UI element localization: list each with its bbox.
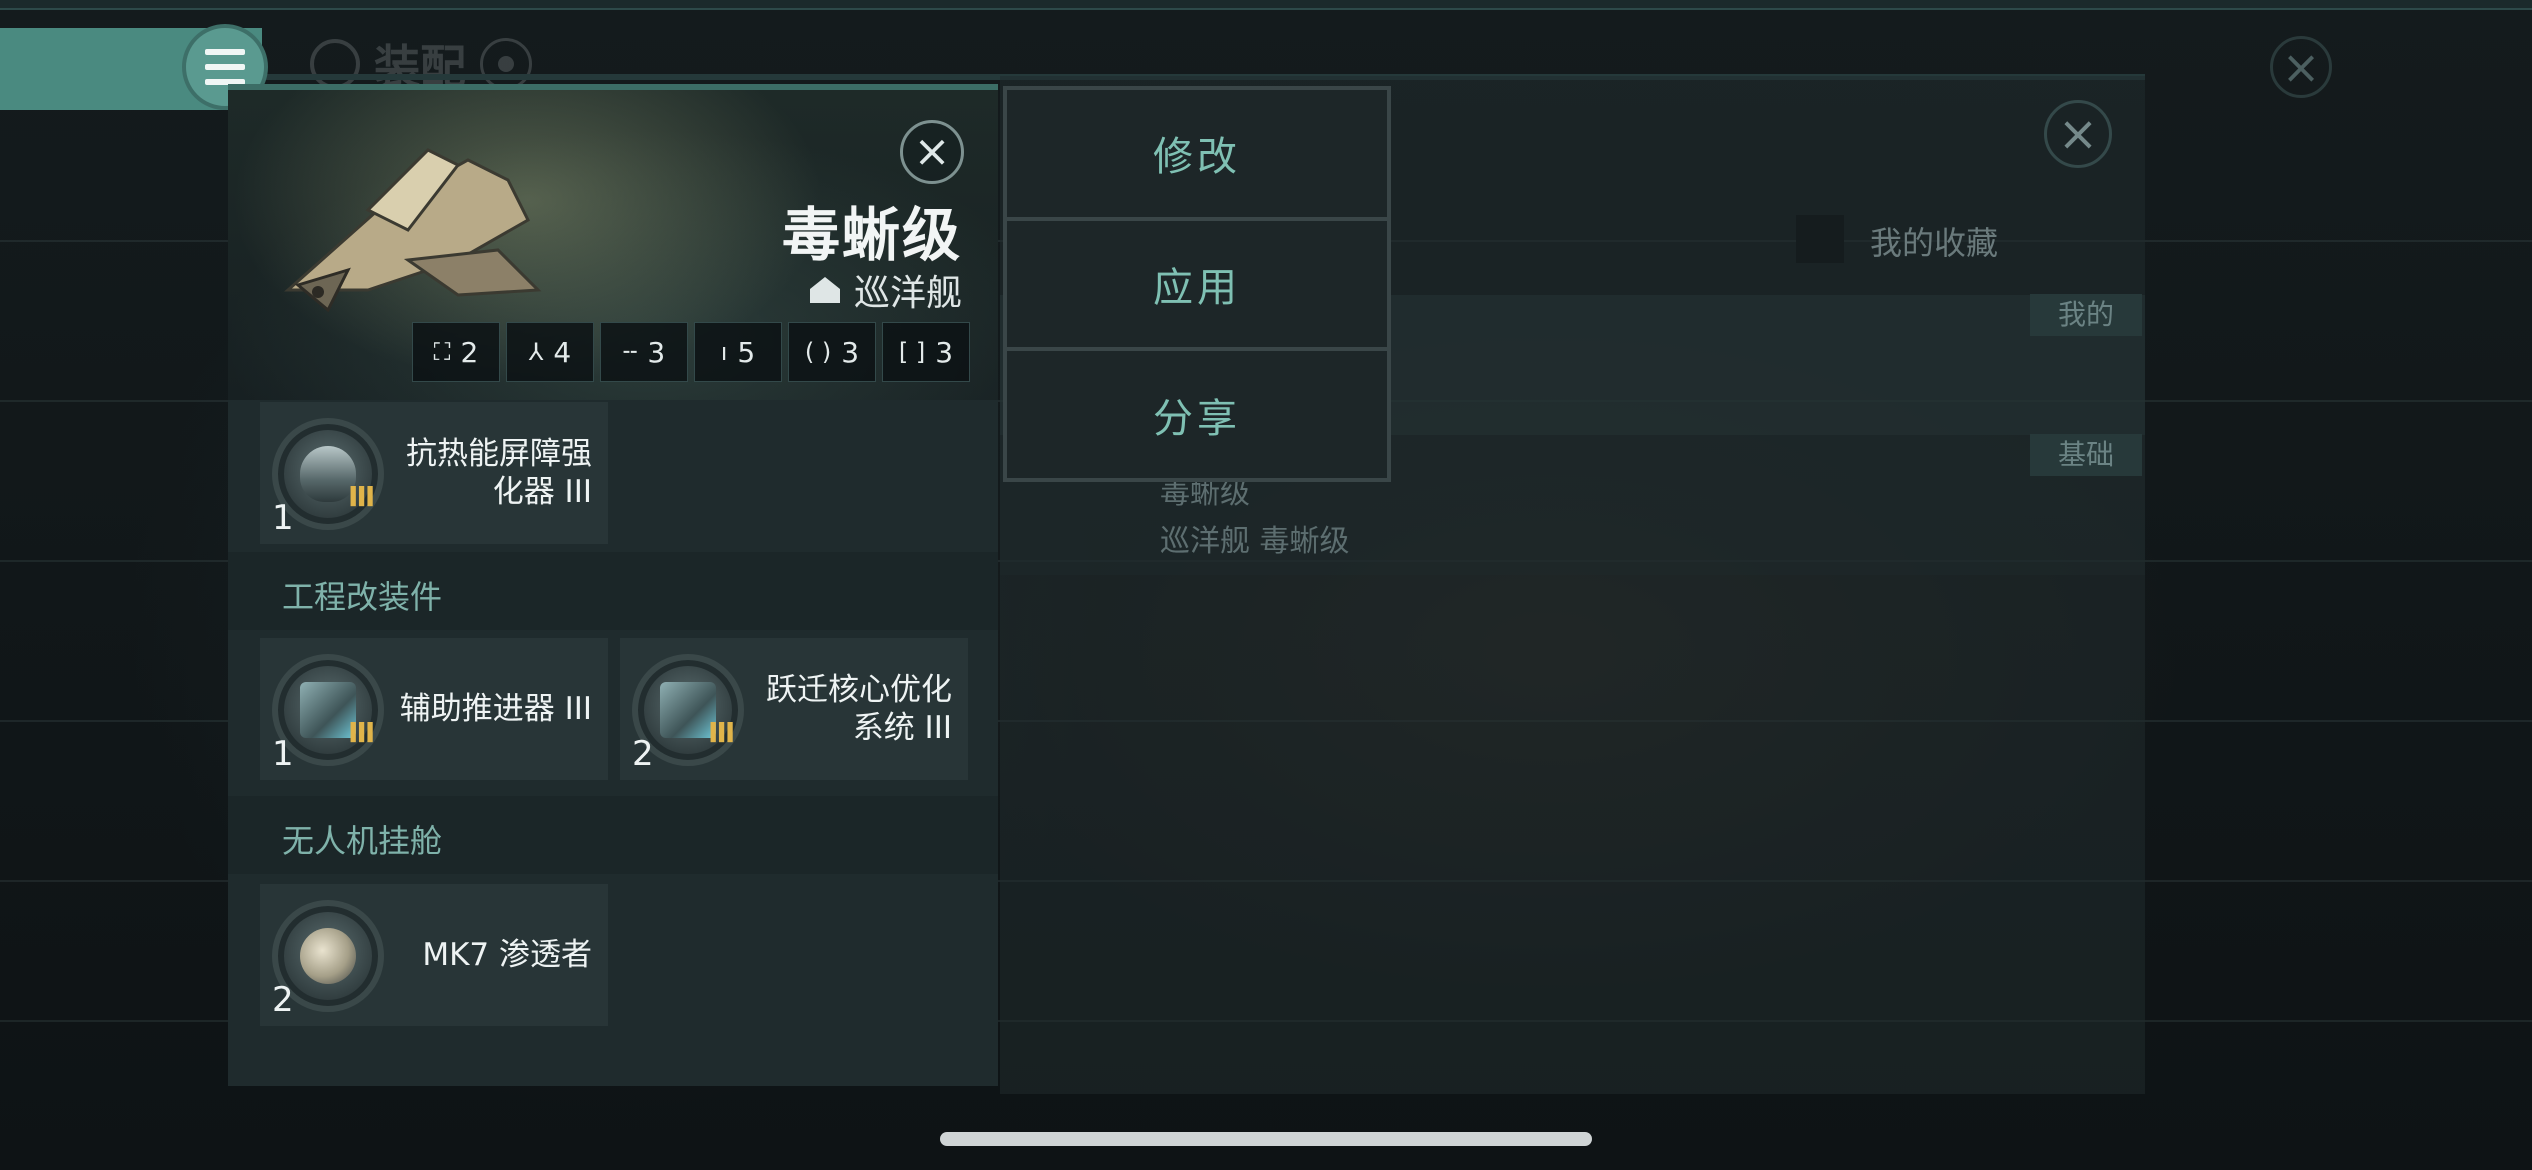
card-close-icon[interactable]: × bbox=[900, 120, 964, 184]
ship-image bbox=[284, 148, 542, 313]
module-quantity: 1 bbox=[272, 734, 294, 774]
ship-name: 毒蜥级 bbox=[781, 201, 962, 269]
module-name: 抗热能屏障强化器 III bbox=[406, 436, 592, 510]
tech-tier: III bbox=[708, 716, 735, 749]
slot-subsystem: [ ] 3 bbox=[882, 322, 970, 382]
hull-class-icon bbox=[809, 277, 840, 303]
ship-class: 巡洋舰 bbox=[809, 264, 962, 316]
slot-count: 3 bbox=[841, 335, 860, 369]
module-name: 跃迁核心优化系统 III bbox=[766, 672, 952, 746]
apply-button[interactable]: 应用 bbox=[1007, 220, 1387, 348]
favorites-checkbox[interactable] bbox=[1796, 215, 1844, 263]
drone-icon bbox=[300, 928, 356, 984]
module-card[interactable]: 2 MK7 渗透者 bbox=[260, 884, 608, 1026]
slot-count: 5 bbox=[737, 335, 756, 369]
tech-tier: III bbox=[348, 716, 375, 749]
module-name: 辅助推进器 III bbox=[399, 691, 592, 727]
section-header-drones: 无人机挂舱 bbox=[228, 796, 998, 874]
slot-mid: ╌ 3 bbox=[600, 322, 688, 382]
module-name: MK7 渗透者 bbox=[422, 937, 592, 973]
fitting-icon bbox=[310, 39, 360, 89]
tag-mine[interactable]: 我的 bbox=[2030, 294, 2142, 336]
card-header: × 毒蜥级 巡洋舰 ⛶ 2 ⅄ 4 ╌ 3 ı5 ( ) 3 [ ] 3 bbox=[228, 90, 998, 400]
slot-low: ı5 bbox=[694, 322, 782, 382]
fitting-card: × 毒蜥级 巡洋舰 ⛶ 2 ⅄ 4 ╌ 3 ı5 ( ) 3 [ ] 3 III 1 抗热… bbox=[228, 84, 998, 1086]
ship-class-label: 巡洋舰 bbox=[853, 273, 962, 314]
section-header-rigs: 工程改装件 bbox=[228, 552, 998, 630]
slot-count: 4 bbox=[553, 335, 572, 369]
module-quantity: 2 bbox=[272, 980, 294, 1020]
share-button[interactable]: 分享 bbox=[1007, 351, 1387, 479]
module-quantity: 1 bbox=[272, 498, 294, 538]
background-close-icon[interactable]: × bbox=[2270, 36, 2332, 98]
slot-count: 2 bbox=[460, 335, 479, 369]
tag-base[interactable]: 基础 bbox=[2030, 434, 2142, 476]
hamburger-icon bbox=[205, 49, 245, 85]
subsystem-slot-icon: [ ] bbox=[898, 338, 926, 366]
slot-count: 3 bbox=[935, 335, 954, 369]
slot-turret: ⅄ 4 bbox=[506, 322, 594, 382]
slot-rig: ( ) 3 bbox=[788, 322, 876, 382]
section-title: 无人机挂舱 bbox=[282, 822, 443, 860]
rig-slot-icon: ( ) bbox=[804, 338, 832, 366]
fit-list-close-icon[interactable]: × bbox=[2044, 100, 2112, 168]
action-menu: 修改 应用 分享 bbox=[1003, 86, 1391, 482]
module-quantity: 2 bbox=[632, 734, 654, 774]
target-icon bbox=[480, 38, 532, 90]
section-title: 工程改装件 bbox=[282, 578, 443, 616]
low-slot-icon: ı bbox=[720, 338, 728, 366]
module-card[interactable]: III 1 辅助推进器 III bbox=[260, 638, 608, 780]
high-slot-icon: ⛶ bbox=[433, 338, 451, 366]
module-card[interactable]: III 2 跃迁核心优化系统 III bbox=[620, 638, 968, 780]
module-card[interactable]: III 1 抗热能屏障强化器 III bbox=[260, 402, 608, 544]
fit-subtitle: 巡洋舰 毒蜥级 bbox=[1160, 524, 1350, 559]
home-indicator[interactable] bbox=[940, 1132, 1592, 1146]
mid-slot-icon: ╌ bbox=[622, 338, 638, 366]
slot-summary: ⛶ 2 ⅄ 4 ╌ 3 ı5 ( ) 3 [ ] 3 bbox=[412, 322, 970, 382]
turret-icon: ⅄ bbox=[528, 338, 544, 366]
slot-high: ⛶ 2 bbox=[412, 322, 500, 382]
top-strip bbox=[0, 0, 2532, 10]
slot-count: 3 bbox=[647, 335, 666, 369]
modify-button[interactable]: 修改 bbox=[1007, 90, 1387, 217]
favorites-label: 我的收藏 bbox=[1870, 224, 1999, 262]
tech-tier: III bbox=[348, 480, 375, 513]
